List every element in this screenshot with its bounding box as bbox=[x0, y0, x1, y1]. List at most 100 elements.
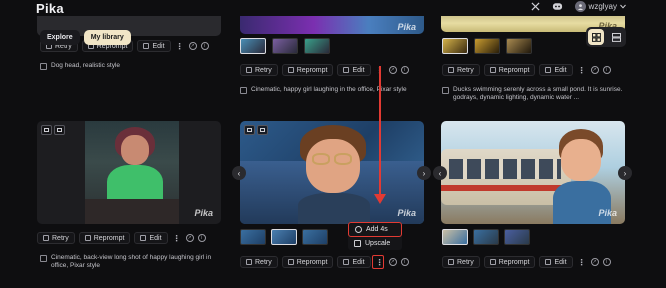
more-options-button[interactable]: ⋮ bbox=[577, 256, 587, 268]
retry-icon bbox=[448, 67, 454, 73]
share-icon[interactable]: ↗ bbox=[388, 258, 397, 266]
card-5-thumbnails bbox=[240, 229, 328, 245]
retry-button[interactable]: Retry bbox=[442, 256, 480, 268]
card-6-video[interactable]: Pika bbox=[441, 121, 625, 224]
info-icon[interactable]: i bbox=[602, 258, 611, 266]
top-bar: Pika wzglyay bbox=[0, 0, 666, 16]
watermark: Pika bbox=[397, 22, 416, 32]
info-icon[interactable]: i bbox=[197, 234, 206, 242]
more-options-button[interactable]: ⋮ bbox=[175, 40, 185, 52]
retry-button[interactable]: Retry bbox=[240, 64, 278, 76]
thumbnail[interactable] bbox=[442, 229, 468, 245]
thumbnail[interactable] bbox=[271, 229, 297, 245]
thumbnail[interactable] bbox=[504, 229, 530, 245]
edit-button[interactable]: Edit bbox=[539, 256, 573, 268]
card-3-caption: Ducks swimming serenly across a small po… bbox=[442, 86, 627, 102]
more-options-button[interactable]: ⋮ bbox=[172, 232, 182, 244]
edit-button[interactable]: Edit bbox=[539, 64, 573, 76]
card-4-caption: Cinematic, back-view long shot of happy … bbox=[40, 254, 220, 270]
discord-icon[interactable] bbox=[552, 2, 563, 11]
reprompt-button[interactable]: Reprompt bbox=[281, 64, 334, 76]
copy-icon[interactable] bbox=[40, 63, 47, 70]
thumbnail[interactable] bbox=[473, 229, 499, 245]
info-icon[interactable]: i bbox=[602, 66, 611, 74]
video-icon[interactable] bbox=[54, 125, 65, 135]
card-6-actions: Retry Reprompt Edit ⋮ ↗ i bbox=[442, 256, 611, 268]
edit-icon bbox=[545, 67, 552, 73]
more-options-menu: Add 4s Upscale bbox=[348, 222, 402, 250]
info-icon[interactable]: i bbox=[400, 258, 409, 266]
retry-button[interactable]: Retry bbox=[442, 64, 480, 76]
card-6-train-stripe bbox=[441, 185, 571, 191]
my-library-tab[interactable]: My library bbox=[83, 30, 131, 45]
card-2-thumbnails bbox=[240, 38, 330, 54]
watermark: Pika bbox=[598, 208, 617, 218]
carousel-prev-button[interactable]: ‹ bbox=[433, 166, 447, 180]
clock-plus-icon bbox=[355, 226, 362, 233]
card-4-video[interactable]: Pika bbox=[37, 121, 221, 224]
info-icon[interactable]: i bbox=[400, 66, 409, 74]
thumbnail[interactable] bbox=[240, 229, 266, 245]
reprompt-button[interactable]: Reprompt bbox=[281, 256, 334, 268]
card-2-actions: Retry Reprompt Edit ⋮ ↗ i bbox=[240, 64, 409, 76]
thumbnail[interactable] bbox=[240, 38, 266, 54]
reprompt-button[interactable]: Reprompt bbox=[78, 232, 131, 244]
more-options-button[interactable]: ⋮ bbox=[375, 64, 385, 76]
thumbnail[interactable] bbox=[304, 38, 330, 54]
reprompt-button[interactable]: Reprompt bbox=[483, 256, 536, 268]
share-icon[interactable]: ↗ bbox=[188, 42, 197, 50]
x-twitter-icon[interactable] bbox=[531, 2, 540, 11]
add-4s-menu-item[interactable]: Add 4s bbox=[348, 222, 402, 237]
share-icon[interactable]: ↗ bbox=[388, 66, 397, 74]
retry-icon bbox=[246, 67, 252, 73]
explore-tab[interactable]: Explore bbox=[40, 30, 80, 45]
retry-button[interactable]: Retry bbox=[37, 232, 75, 244]
thumbnail[interactable] bbox=[506, 38, 532, 54]
header-actions: wzglyay bbox=[531, 1, 626, 12]
app-logo[interactable]: Pika bbox=[36, 1, 64, 16]
edit-button[interactable]: Edit bbox=[337, 64, 371, 76]
card-6-thumbnails bbox=[442, 229, 530, 245]
reprompt-icon bbox=[287, 67, 294, 73]
more-options-button[interactable]: ⋮ bbox=[577, 64, 587, 76]
avatar bbox=[574, 1, 586, 12]
upscale-menu-item[interactable]: Upscale bbox=[348, 237, 402, 250]
carousel-next-button[interactable]: › bbox=[618, 166, 632, 180]
info-icon[interactable]: i bbox=[200, 42, 209, 50]
thumbnail[interactable] bbox=[272, 38, 298, 54]
edit-button[interactable]: Edit bbox=[134, 232, 168, 244]
carousel-prev-button[interactable]: ‹ bbox=[232, 166, 246, 180]
share-icon[interactable]: ↗ bbox=[185, 234, 194, 242]
thumbnail[interactable] bbox=[302, 229, 328, 245]
reprompt-button[interactable]: Reprompt bbox=[483, 64, 536, 76]
reprompt-icon bbox=[489, 259, 496, 265]
card-6-train-windows bbox=[449, 159, 561, 179]
retry-icon bbox=[43, 235, 49, 241]
expand-icon[interactable] bbox=[244, 125, 255, 135]
card-6-face bbox=[561, 139, 601, 181]
copy-icon[interactable] bbox=[442, 87, 449, 94]
edit-icon bbox=[140, 235, 147, 241]
edit-button[interactable]: Edit bbox=[337, 256, 371, 268]
retry-icon bbox=[448, 259, 454, 265]
card-5-video[interactable]: Pika bbox=[240, 121, 424, 224]
edit-button[interactable]: Edit bbox=[137, 40, 171, 52]
thumbnail[interactable] bbox=[474, 38, 500, 54]
share-icon[interactable]: ↗ bbox=[590, 258, 599, 266]
edit-icon bbox=[143, 43, 150, 49]
card-5-glasses-left bbox=[312, 153, 330, 165]
user-menu[interactable]: wzglyay bbox=[574, 1, 626, 12]
copy-icon[interactable] bbox=[40, 255, 47, 262]
retry-button[interactable]: Retry bbox=[240, 256, 278, 268]
card-4-actions: Retry Reprompt Edit ⋮ ↗ i bbox=[37, 232, 206, 244]
more-button-highlight bbox=[372, 255, 384, 269]
thumbnail[interactable] bbox=[442, 38, 468, 54]
share-icon[interactable]: ↗ bbox=[590, 66, 599, 74]
carousel-next-button[interactable]: › bbox=[417, 166, 431, 180]
copy-icon[interactable] bbox=[240, 87, 247, 94]
video-icon[interactable] bbox=[257, 125, 268, 135]
card-5-face bbox=[306, 139, 360, 193]
grid-view-button[interactable] bbox=[588, 29, 604, 45]
expand-icon[interactable] bbox=[41, 125, 52, 135]
list-view-button[interactable] bbox=[608, 29, 624, 45]
